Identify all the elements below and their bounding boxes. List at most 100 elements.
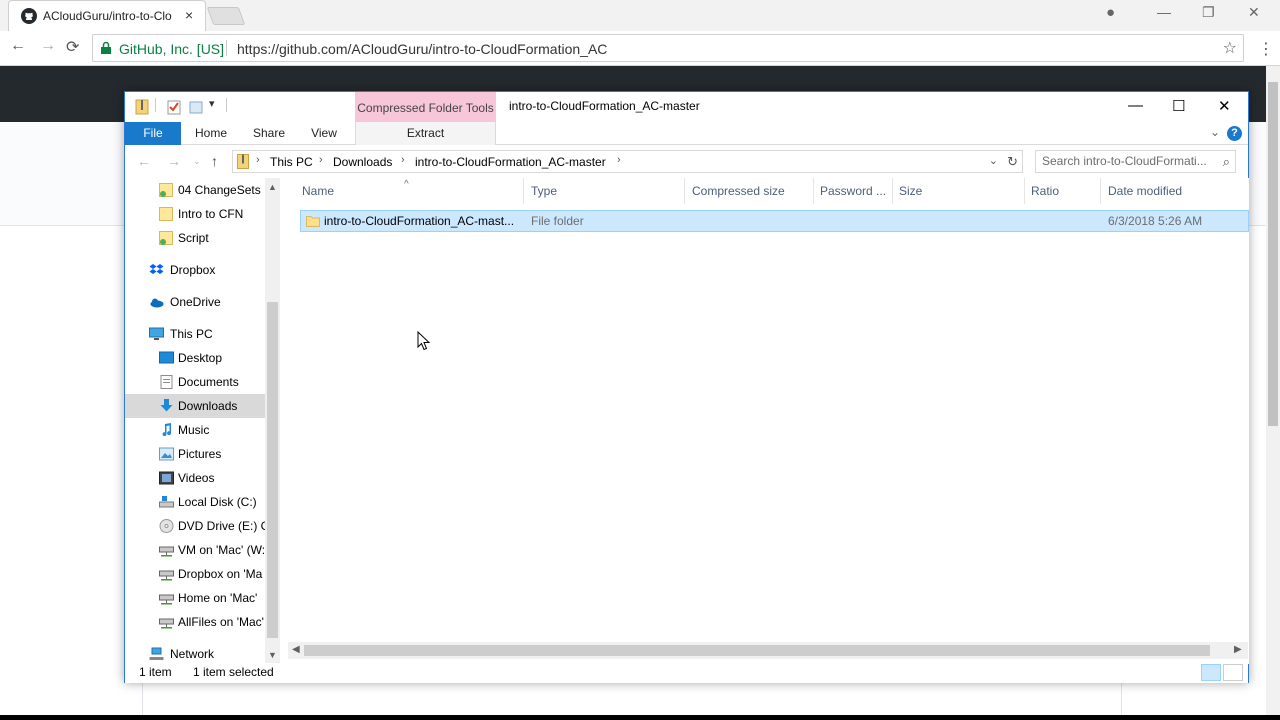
nav-pane-scrollbar-thumb[interactable] xyxy=(267,302,278,638)
scroll-up-arrow-icon[interactable]: ▲ xyxy=(268,182,277,192)
nav-item-dropbox[interactable]: Dropbox xyxy=(125,258,265,282)
pc-icon xyxy=(149,327,164,340)
breadcrumb-chevron-icon[interactable]: › xyxy=(319,154,323,166)
forward-icon[interactable]: → xyxy=(40,37,56,55)
nav-item-label: Desktop xyxy=(178,351,223,365)
nav-item-dropbox-on-mac[interactable]: Dropbox on 'Ma xyxy=(125,562,265,586)
column-header-date-modified[interactable]: Date modified xyxy=(1106,178,1249,204)
page-scrollbar[interactable] xyxy=(1266,66,1280,720)
large-icons-view-icon[interactable] xyxy=(1223,664,1243,681)
column-header-type[interactable]: Type xyxy=(529,178,685,204)
explorer-maximize-icon[interactable]: ☐ xyxy=(1172,97,1185,115)
recent-locations-icon[interactable]: ⌄ xyxy=(193,156,201,167)
up-arrow-icon[interactable]: ↑ xyxy=(211,153,218,169)
lock-icon xyxy=(101,42,111,54)
browser-restore-icon[interactable]: ❐ xyxy=(1202,4,1215,21)
nav-item-home-on-mac[interactable]: Home on 'Mac' xyxy=(125,586,265,610)
qa-divider xyxy=(155,98,156,112)
expand-ribbon-icon[interactable]: ⌄ xyxy=(1210,125,1220,139)
nav-item-documents[interactable]: Documents xyxy=(125,370,265,394)
nav-item-04-changesets[interactable]: 04 ChangeSets xyxy=(125,178,265,202)
nav-pane-scrollbar[interactable]: ▲ ▼ xyxy=(265,178,280,664)
nav-item-local-disk[interactable]: Local Disk (C:) xyxy=(125,490,265,514)
nav-item-music[interactable]: Music xyxy=(125,418,265,442)
breadcrumb-this-pc[interactable]: This PC xyxy=(270,155,313,169)
details-view-icon[interactable] xyxy=(1201,664,1221,681)
nav-item-pictures[interactable]: Pictures xyxy=(125,442,265,466)
column-header-name[interactable]: Name ^ xyxy=(300,178,524,204)
search-input[interactable] xyxy=(1042,154,1212,168)
breadcrumb-chevron-icon[interactable]: › xyxy=(401,154,405,166)
address-bar[interactable]: GitHub, Inc. [US] https://github.com/ACl… xyxy=(92,34,1244,62)
explorer-close-icon[interactable]: ✕ xyxy=(1218,97,1231,115)
tab-home[interactable]: Home xyxy=(187,122,235,145)
nav-item-allfiles-on-mac[interactable]: AllFiles on 'Mac' xyxy=(125,610,265,634)
table-row[interactable]: intro-to-CloudFormation_AC-mast... File … xyxy=(300,210,1249,232)
network-drive-icon xyxy=(159,594,174,605)
ribbon-tabs: File Home Share View Extract ⌄ ? xyxy=(125,122,1248,145)
column-header-compressed-size[interactable]: Compressed size xyxy=(690,178,814,204)
address-dropdown-icon[interactable]: ⌄ xyxy=(989,154,998,167)
tab-share[interactable]: Share xyxy=(245,122,293,145)
breadcrumb-downloads[interactable]: Downloads xyxy=(333,155,392,169)
properties-icon[interactable] xyxy=(167,99,181,115)
search-box[interactable]: ⌕ xyxy=(1035,150,1236,173)
tab-close-icon[interactable]: × xyxy=(185,7,193,23)
browser-menu-icon[interactable]: ⋮ xyxy=(1258,39,1274,59)
folder-icon xyxy=(159,231,173,245)
scroll-left-arrow-icon[interactable]: ◀ xyxy=(292,644,300,655)
refresh-icon[interactable]: ↻ xyxy=(1007,154,1018,170)
browser-minimize-icon[interactable]: — xyxy=(1157,4,1171,20)
scroll-down-arrow-icon[interactable]: ▼ xyxy=(268,650,277,660)
column-header-size[interactable]: Size xyxy=(897,178,1025,204)
horizontal-scrollbar[interactable]: ◀ ▶ xyxy=(288,642,1248,659)
help-icon[interactable]: ? xyxy=(1227,126,1242,141)
compressed-folder-tools-tab: Compressed Folder Tools xyxy=(355,92,496,122)
browser-close-icon[interactable]: ✕ xyxy=(1248,4,1260,21)
breadcrumb-chevron-icon[interactable]: › xyxy=(256,154,260,166)
tab-view[interactable]: View xyxy=(301,122,347,145)
search-icon[interactable]: ⌕ xyxy=(1223,154,1230,170)
secure-label: GitHub, Inc. [US] xyxy=(119,41,225,57)
nav-item-onedrive[interactable]: OneDrive xyxy=(125,290,265,314)
folder-icon xyxy=(306,216,320,227)
url-text[interactable]: https://github.com/ACloudGuru/intro-to-C… xyxy=(237,41,607,57)
explorer-minimize-icon[interactable]: — xyxy=(1128,97,1143,114)
breadcrumb-chevron-icon[interactable]: › xyxy=(617,154,621,166)
page-scrollbar-thumb[interactable] xyxy=(1268,82,1278,426)
file-explorer-window: ▾ Compressed Folder Tools intro-to-Cloud… xyxy=(124,91,1249,683)
nav-item-label: This PC xyxy=(170,327,213,341)
new-folder-icon[interactable] xyxy=(189,99,203,115)
breadcrumb-current-folder[interactable]: intro-to-CloudFormation_AC-master xyxy=(415,155,606,169)
profile-icon[interactable]: ● xyxy=(1106,4,1115,21)
nav-item-intro-to-cfn[interactable]: Intro to CFN xyxy=(125,202,265,226)
scroll-right-arrow-icon[interactable]: ▶ xyxy=(1234,644,1242,655)
nav-item-label: DVD Drive (E:) CI xyxy=(178,519,265,533)
new-tab-button[interactable] xyxy=(206,7,246,25)
tab-extract[interactable]: Extract xyxy=(355,122,496,145)
nav-item-vm-on-mac[interactable]: VM on 'Mac' (W: xyxy=(125,538,265,562)
back-icon[interactable]: ← xyxy=(10,37,26,55)
column-header-password[interactable]: Password ... xyxy=(818,178,893,204)
nav-item-label: Documents xyxy=(178,375,239,389)
browser-tab[interactable]: ACloudGuru/intro-to-Clo × xyxy=(8,0,206,31)
reload-icon[interactable]: ⟳ xyxy=(66,37,79,57)
tab-file[interactable]: File xyxy=(125,122,181,145)
nav-item-this-pc[interactable]: This PC xyxy=(125,322,265,346)
horizontal-scrollbar-thumb[interactable] xyxy=(304,645,1210,656)
nav-item-desktop[interactable]: Desktop xyxy=(125,346,265,370)
nav-item-downloads[interactable]: Downloads xyxy=(125,394,265,418)
column-header-ratio[interactable]: Ratio xyxy=(1029,178,1101,204)
nav-item-label: Pictures xyxy=(178,447,222,461)
nav-item-dvd-drive[interactable]: DVD Drive (E:) CI xyxy=(125,514,265,538)
forward-arrow-icon[interactable]: → xyxy=(167,153,181,169)
bookmark-star-icon[interactable]: ☆ xyxy=(1223,38,1237,58)
customize-qa-icon[interactable]: ▾ xyxy=(209,97,215,110)
back-arrow-icon[interactable]: ← xyxy=(137,153,151,169)
nav-item-videos[interactable]: Videos xyxy=(125,466,265,490)
network-drive-icon xyxy=(159,546,174,557)
nav-item-script[interactable]: Script xyxy=(125,226,265,250)
nav-item-label: 04 ChangeSets xyxy=(178,183,261,197)
nav-item-network[interactable]: Network xyxy=(125,642,265,664)
address-box[interactable]: › This PC › Downloads › intro-to-CloudFo… xyxy=(232,150,1023,173)
